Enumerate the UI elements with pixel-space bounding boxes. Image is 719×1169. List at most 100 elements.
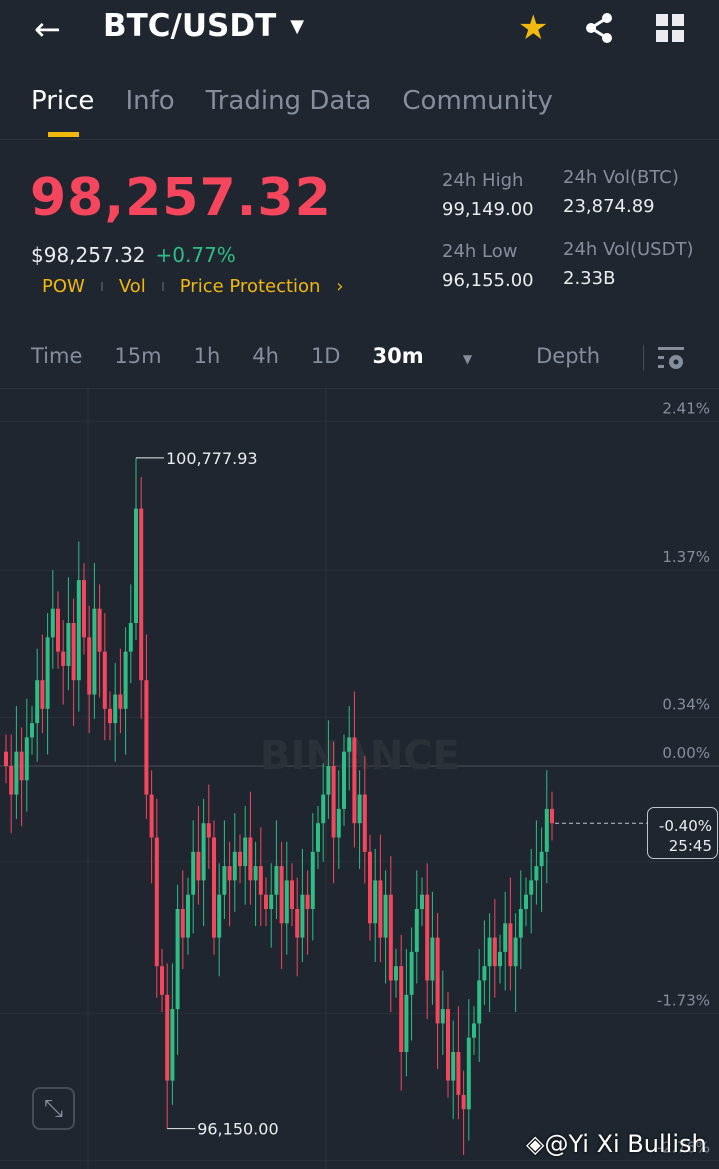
candle-body bbox=[373, 880, 378, 924]
candle-body bbox=[321, 794, 326, 824]
user-watermark: ◈@Yi Xi Bullish bbox=[526, 1130, 707, 1158]
favorite-button[interactable]: ★ bbox=[518, 8, 548, 48]
candle-body bbox=[394, 966, 398, 981]
separator bbox=[161, 282, 164, 291]
candle-body bbox=[383, 894, 388, 938]
candle-body bbox=[368, 851, 372, 924]
y-tick-label: 1.37% bbox=[662, 548, 710, 566]
candle-body bbox=[128, 623, 133, 652]
candle-body bbox=[134, 508, 138, 623]
candle-body bbox=[92, 608, 97, 695]
candle-body bbox=[472, 1023, 476, 1038]
candle-body bbox=[269, 894, 274, 909]
low-price-label: 96,150.00 bbox=[197, 1120, 278, 1139]
share-button[interactable] bbox=[584, 12, 614, 48]
candle-body bbox=[378, 880, 383, 938]
stat-high: 24h High 99,149.00 bbox=[442, 170, 534, 220]
candlestick-chart[interactable]: 2.41%1.37%0.34%0.00%-0.67%-1.73%-2.76% B… bbox=[0, 389, 719, 1169]
candle-body bbox=[544, 808, 549, 852]
candle-body bbox=[487, 937, 492, 967]
candle-body bbox=[342, 751, 346, 809]
candle-body bbox=[316, 823, 320, 852]
pair-selector[interactable]: BTC/USDT ▼ bbox=[103, 8, 304, 44]
timeframe-bar: Time 15m 1h 4h 1D 30m ▼ Depth bbox=[31, 344, 632, 368]
tf-depth[interactable]: Depth bbox=[536, 344, 600, 368]
candle-body bbox=[409, 951, 414, 995]
back-button[interactable]: ← bbox=[34, 10, 61, 48]
tf-15m[interactable]: 15m bbox=[114, 344, 161, 368]
candle-body bbox=[550, 808, 554, 824]
candle-body bbox=[290, 880, 294, 909]
candle-body bbox=[310, 851, 315, 909]
divider bbox=[643, 345, 644, 371]
candle-body bbox=[61, 651, 66, 666]
candle-body bbox=[191, 851, 196, 895]
tf-4h[interactable]: 4h bbox=[252, 344, 279, 368]
price-protection-link[interactable]: Price Protection › bbox=[180, 276, 344, 297]
tf-1d[interactable]: 1D bbox=[311, 344, 341, 368]
tab-info[interactable]: Info bbox=[125, 86, 174, 116]
y-tick-label: 2.41% bbox=[662, 399, 710, 417]
candle-body bbox=[71, 623, 76, 681]
candle-body bbox=[149, 794, 154, 838]
candle-body bbox=[539, 851, 544, 867]
fullscreen-button[interactable]: ⤡ bbox=[32, 1087, 75, 1130]
candle-body bbox=[357, 794, 362, 824]
candle-body bbox=[35, 680, 40, 724]
tf-30m[interactable]: 30m ▼ bbox=[372, 344, 504, 368]
candle-body bbox=[108, 708, 112, 724]
tab-community[interactable]: Community bbox=[402, 86, 552, 116]
vol-link[interactable]: Vol bbox=[119, 276, 146, 297]
grid-icon bbox=[656, 14, 684, 42]
more-button[interactable] bbox=[656, 14, 684, 46]
tf-1h[interactable]: 1h bbox=[194, 344, 221, 368]
candle-body bbox=[66, 623, 71, 666]
candle-body bbox=[300, 894, 305, 938]
candle-body bbox=[222, 866, 227, 895]
candle-body bbox=[232, 851, 237, 881]
high-price-label: 100,777.93 bbox=[166, 449, 258, 468]
tf-time[interactable]: Time bbox=[31, 344, 82, 368]
y-tick-label: 0.00% bbox=[662, 744, 710, 762]
candle-body bbox=[227, 866, 232, 881]
stat-vol-usdt: 24h Vol(USDT) 2.33B bbox=[563, 239, 693, 289]
candle-body bbox=[404, 994, 409, 1052]
candle-body bbox=[279, 866, 284, 924]
candle-body bbox=[524, 894, 528, 909]
candle-body bbox=[82, 580, 86, 638]
stat-label: 24h Low bbox=[442, 241, 518, 262]
chart-settings-button[interactable] bbox=[658, 346, 686, 376]
candle-body bbox=[274, 866, 279, 895]
y-tick-label: 0.34% bbox=[662, 695, 710, 713]
candle-body bbox=[175, 909, 180, 1010]
candle-body bbox=[451, 1052, 456, 1081]
stat-value: 99,149.00 bbox=[442, 199, 534, 220]
tab-trading-data[interactable]: Trading Data bbox=[206, 86, 372, 116]
candle-body bbox=[243, 837, 248, 867]
last-price: 98,257.32 bbox=[30, 168, 332, 228]
tab-price[interactable]: Price bbox=[31, 86, 94, 137]
candle-body bbox=[76, 580, 81, 681]
tf-30m-label: 30m bbox=[372, 344, 424, 368]
binance-logo-icon: ◈ bbox=[526, 1130, 545, 1158]
share-icon bbox=[586, 13, 612, 43]
candle-body bbox=[420, 894, 424, 909]
caret-down-icon: ▼ bbox=[462, 352, 473, 366]
usd-price: $98,257.32 bbox=[31, 243, 146, 267]
chart-settings-icon bbox=[658, 347, 684, 369]
candle-body bbox=[518, 909, 523, 938]
candle-body bbox=[352, 737, 357, 824]
candle-body bbox=[196, 851, 201, 881]
candle-body bbox=[264, 894, 268, 909]
main-tabs: Price Info Trading Data Community bbox=[31, 86, 553, 137]
candle-body bbox=[513, 937, 518, 967]
price-protection-label: Price Protection bbox=[179, 276, 321, 297]
candle-body bbox=[399, 966, 404, 1052]
pow-link[interactable]: POW bbox=[42, 276, 85, 297]
current-pct: -0.40% bbox=[658, 817, 712, 835]
candle-body bbox=[212, 837, 216, 938]
candle-body bbox=[430, 937, 435, 981]
back-arrow-icon: ← bbox=[34, 10, 61, 48]
candle-body bbox=[326, 766, 331, 795]
candle-body bbox=[45, 637, 50, 709]
